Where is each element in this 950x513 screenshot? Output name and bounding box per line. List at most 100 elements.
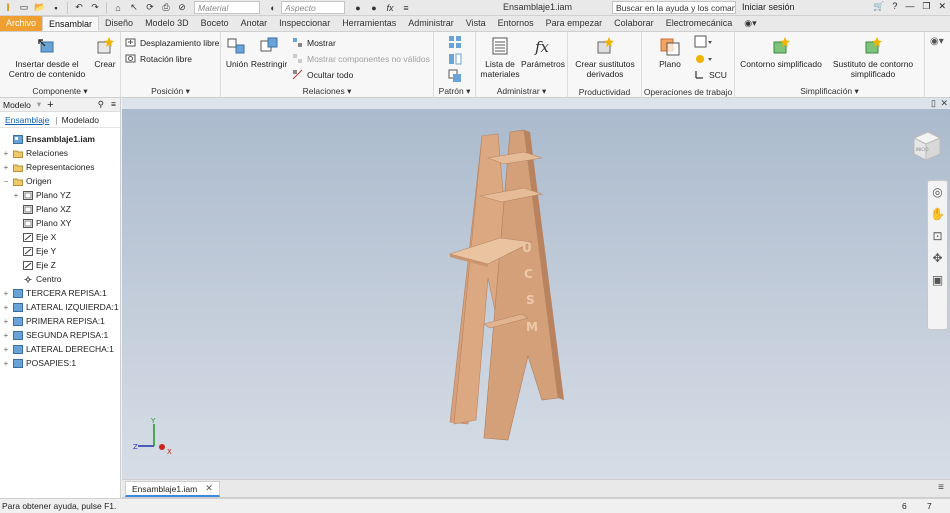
- hide-all-button[interactable]: Ocultar todo: [292, 69, 353, 80]
- derived-substitutes-button[interactable]: Crear sustitutos derivados: [571, 36, 639, 79]
- tree-item-representaciones[interactable]: + Representaciones: [2, 160, 95, 174]
- tab-boceto[interactable]: Boceto: [195, 16, 235, 31]
- tab-electromecanica[interactable]: Electromecánica: [660, 16, 739, 31]
- tab-anotar[interactable]: Anotar: [235, 16, 274, 31]
- tree-item-origen[interactable]: − Origen: [2, 174, 52, 188]
- tree-item-segunda-repisa-1[interactable]: + SEGUNDA REPISA:1: [2, 328, 109, 342]
- new-file-icon[interactable]: ▭: [17, 1, 31, 15]
- restore-icon[interactable]: ❐: [922, 1, 930, 12]
- tab-para-empezar[interactable]: Para empezar: [540, 16, 609, 31]
- tree-item-plano-xz[interactable]: Plano XZ: [12, 202, 71, 216]
- expand-icon[interactable]: +: [2, 289, 10, 298]
- simplified-shrinkwrap-button[interactable]: Contorno simplificado: [737, 36, 825, 69]
- browser-dropdown-icon[interactable]: ▾: [37, 99, 41, 110]
- tree-item-plano-yz[interactable]: + Plano YZ: [12, 188, 71, 202]
- graphics-viewport[interactable]: ▯ ✕ U C S M INICIO ◎ ✋ ⊡ ✥ ▣ Y Z X: [122, 98, 950, 480]
- appearance-icon[interactable]: ◐: [266, 1, 280, 15]
- mirror-icon[interactable]: [448, 52, 462, 66]
- redo-icon[interactable]: ↷: [88, 1, 102, 15]
- pattern-icon[interactable]: [448, 35, 462, 49]
- collapse-icon[interactable]: −: [2, 177, 10, 186]
- show-invalid-button[interactable]: Mostrar componentes no válidos: [292, 53, 430, 64]
- tree-item-lateral-derecha-1[interactable]: + LATERAL DERECHA:1: [2, 342, 114, 356]
- ucs-button[interactable]: SCU: [694, 69, 727, 80]
- tree-item-lateral-izquierda-1[interactable]: + LATERAL IZQUIERDA:1: [2, 300, 119, 314]
- close-icon[interactable]: ✕: [938, 1, 946, 12]
- tree-item-primera-repisa-1[interactable]: + PRIMERA REPISA:1: [2, 314, 105, 328]
- viewport-split-icon[interactable]: ▯: [931, 98, 936, 109]
- tree-item-ensamblaje1-iam[interactable]: Ensamblaje1.iam: [2, 132, 95, 146]
- join-button[interactable]: Unión: [225, 36, 249, 69]
- tab-modelo-3d[interactable]: Modelo 3D: [139, 16, 195, 31]
- viewport-close-icon[interactable]: ✕: [940, 98, 948, 109]
- shrinkwrap-substitute-button[interactable]: Sustituto de contorno simplificado: [825, 36, 921, 79]
- chair-3d-model[interactable]: U C S M: [432, 128, 592, 448]
- tab-archivo[interactable]: Archivo: [0, 16, 43, 31]
- document-tab-close-icon[interactable]: ✕: [205, 483, 213, 494]
- tree-item-eje-y[interactable]: Eje Y: [12, 244, 56, 258]
- expand-icon[interactable]: +: [2, 163, 10, 172]
- expand-icon[interactable]: +: [12, 191, 20, 200]
- app-logo-icon[interactable]: I: [0, 0, 16, 16]
- tree-item-plano-xy[interactable]: Plano XY: [12, 216, 71, 230]
- pan-hand-icon[interactable]: ✋: [928, 203, 947, 225]
- fx-icon[interactable]: fx: [383, 1, 397, 15]
- work-axis-icon[interactable]: [694, 35, 714, 49]
- parameters-button[interactable]: fx Parámetros: [520, 36, 566, 69]
- free-move-button[interactable]: Desplazamiento libre: [125, 37, 219, 48]
- orbit-icon[interactable]: ✥: [928, 247, 947, 269]
- tab-ensamblar[interactable]: Ensamblar: [42, 16, 100, 31]
- ribbon-options-icon[interactable]: ◉▾: [738, 16, 762, 31]
- browser-menu-icon[interactable]: ≡: [111, 99, 116, 109]
- look-at-icon[interactable]: ▣: [928, 269, 947, 291]
- customize-qat-icon[interactable]: ≡: [399, 1, 413, 15]
- tab-entornos[interactable]: Entornos: [492, 16, 540, 31]
- ribbon-more-icon[interactable]: ◉▾: [930, 36, 946, 50]
- color-override-icon[interactable]: ●: [351, 1, 365, 15]
- expand-icon[interactable]: +: [2, 345, 10, 354]
- bom-button[interactable]: Lista de materiales: [480, 36, 520, 79]
- expand-icon[interactable]: +: [2, 303, 10, 312]
- tab-diseno[interactable]: Diseño: [99, 16, 139, 31]
- select-icon[interactable]: ↖: [127, 1, 141, 15]
- help-search-input[interactable]: Buscar en la ayuda y los comandos: [612, 1, 736, 14]
- copy-icon[interactable]: [448, 69, 462, 83]
- tree-item-eje-z[interactable]: Eje Z: [12, 258, 56, 272]
- tree-item-tercera-repisa-1[interactable]: + TERCERA REPISA:1: [2, 286, 107, 300]
- clear-override-icon[interactable]: ●: [367, 1, 381, 15]
- tab-modelado[interactable]: Modelado: [62, 115, 99, 125]
- plane-button[interactable]: Plano: [646, 36, 694, 69]
- create-component-button[interactable]: Crear: [90, 36, 120, 69]
- expand-icon[interactable]: +: [2, 331, 10, 340]
- home-icon[interactable]: ⌂: [111, 1, 125, 15]
- help-icon[interactable]: ?: [892, 1, 897, 12]
- cart-icon[interactable]: 🛒: [873, 1, 884, 12]
- work-point-icon[interactable]: [694, 52, 714, 66]
- tab-herramientas[interactable]: Herramientas: [336, 16, 402, 31]
- tab-vista[interactable]: Vista: [460, 16, 492, 31]
- tab-inspeccionar[interactable]: Inspeccionar: [273, 16, 336, 31]
- sign-in-link[interactable]: Iniciar sesión: [742, 2, 795, 12]
- tree-item-relaciones[interactable]: + Relaciones: [2, 146, 68, 160]
- viewcube[interactable]: INICIO: [908, 130, 944, 164]
- browser-search-icon[interactable]: ⚲: [98, 99, 104, 110]
- minimize-icon[interactable]: —: [905, 1, 914, 12]
- tab-ensamblaje[interactable]: Ensamblaje: [5, 115, 49, 125]
- insert-content-center-button[interactable]: Insertar desde el Centro de contenido: [4, 36, 90, 79]
- no-entry-icon[interactable]: ⊘: [175, 1, 189, 15]
- undo-icon[interactable]: ↶: [72, 1, 86, 15]
- add-browser-icon[interactable]: +: [47, 99, 53, 111]
- tab-administrar[interactable]: Administrar: [402, 16, 460, 31]
- update-icon[interactable]: ⟳: [143, 1, 157, 15]
- print-icon[interactable]: ⎙: [159, 1, 173, 15]
- tree-item-eje-x[interactable]: Eje X: [12, 230, 56, 244]
- show-button[interactable]: Mostrar: [292, 37, 336, 48]
- zoom-icon[interactable]: ⊡: [928, 225, 947, 247]
- expand-icon[interactable]: +: [2, 359, 10, 368]
- free-rotate-button[interactable]: Rotación libre: [125, 53, 192, 64]
- constrain-button[interactable]: Restringir: [251, 36, 287, 69]
- appearance-dropdown[interactable]: Aspecto: [281, 1, 345, 14]
- steering-wheel-icon[interactable]: ◎: [928, 181, 947, 203]
- tree-item-centro[interactable]: Centro: [12, 272, 62, 286]
- tree-item-posapies-1[interactable]: + POSAPIES:1: [2, 356, 76, 370]
